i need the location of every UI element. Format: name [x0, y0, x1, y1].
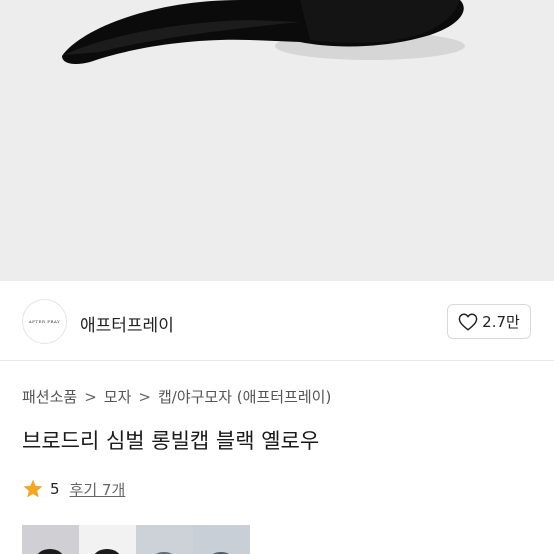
- heart-icon: [458, 312, 478, 331]
- product-image[interactable]: [0, 0, 554, 281]
- star-icon: [23, 479, 43, 498]
- breadcrumb-item-category[interactable]: 패션소품: [22, 386, 77, 407]
- brand-name[interactable]: 애프터프레이: [80, 311, 174, 336]
- review-count-link[interactable]: 후기 7개: [70, 479, 126, 500]
- review-thumbnail[interactable]: [193, 525, 250, 554]
- review-thumbnails: [22, 525, 250, 554]
- like-button[interactable]: 2.7만: [447, 304, 531, 339]
- breadcrumb-item-leaf[interactable]: 캡/야구모자 (애프터프레이): [158, 386, 331, 407]
- brand-logo[interactable]: AFTER PRAY: [22, 299, 67, 344]
- review-thumbnail[interactable]: [79, 525, 136, 554]
- like-count: 2.7만: [482, 313, 520, 331]
- rating-row: 5 후기 7개: [22, 478, 125, 500]
- breadcrumb: 패션소품 > 모자 > 캡/야구모자 (애프터프레이): [22, 386, 331, 407]
- cap-image: [0, 0, 554, 281]
- brand-logo-text: AFTER PRAY: [28, 319, 61, 324]
- review-thumbnail[interactable]: [22, 525, 79, 554]
- breadcrumb-item-subcategory[interactable]: 모자: [104, 386, 132, 407]
- chevron-right-icon: >: [138, 387, 151, 406]
- product-title: 브로드리 심벌 롱빌캡 블랙 옐로우: [22, 429, 320, 453]
- chevron-right-icon: >: [84, 387, 97, 406]
- review-thumbnail[interactable]: [136, 525, 193, 554]
- divider: [0, 360, 554, 361]
- brand-row: AFTER PRAY 애프터프레이 2.7만: [0, 281, 554, 361]
- rating-score: 5: [50, 480, 60, 498]
